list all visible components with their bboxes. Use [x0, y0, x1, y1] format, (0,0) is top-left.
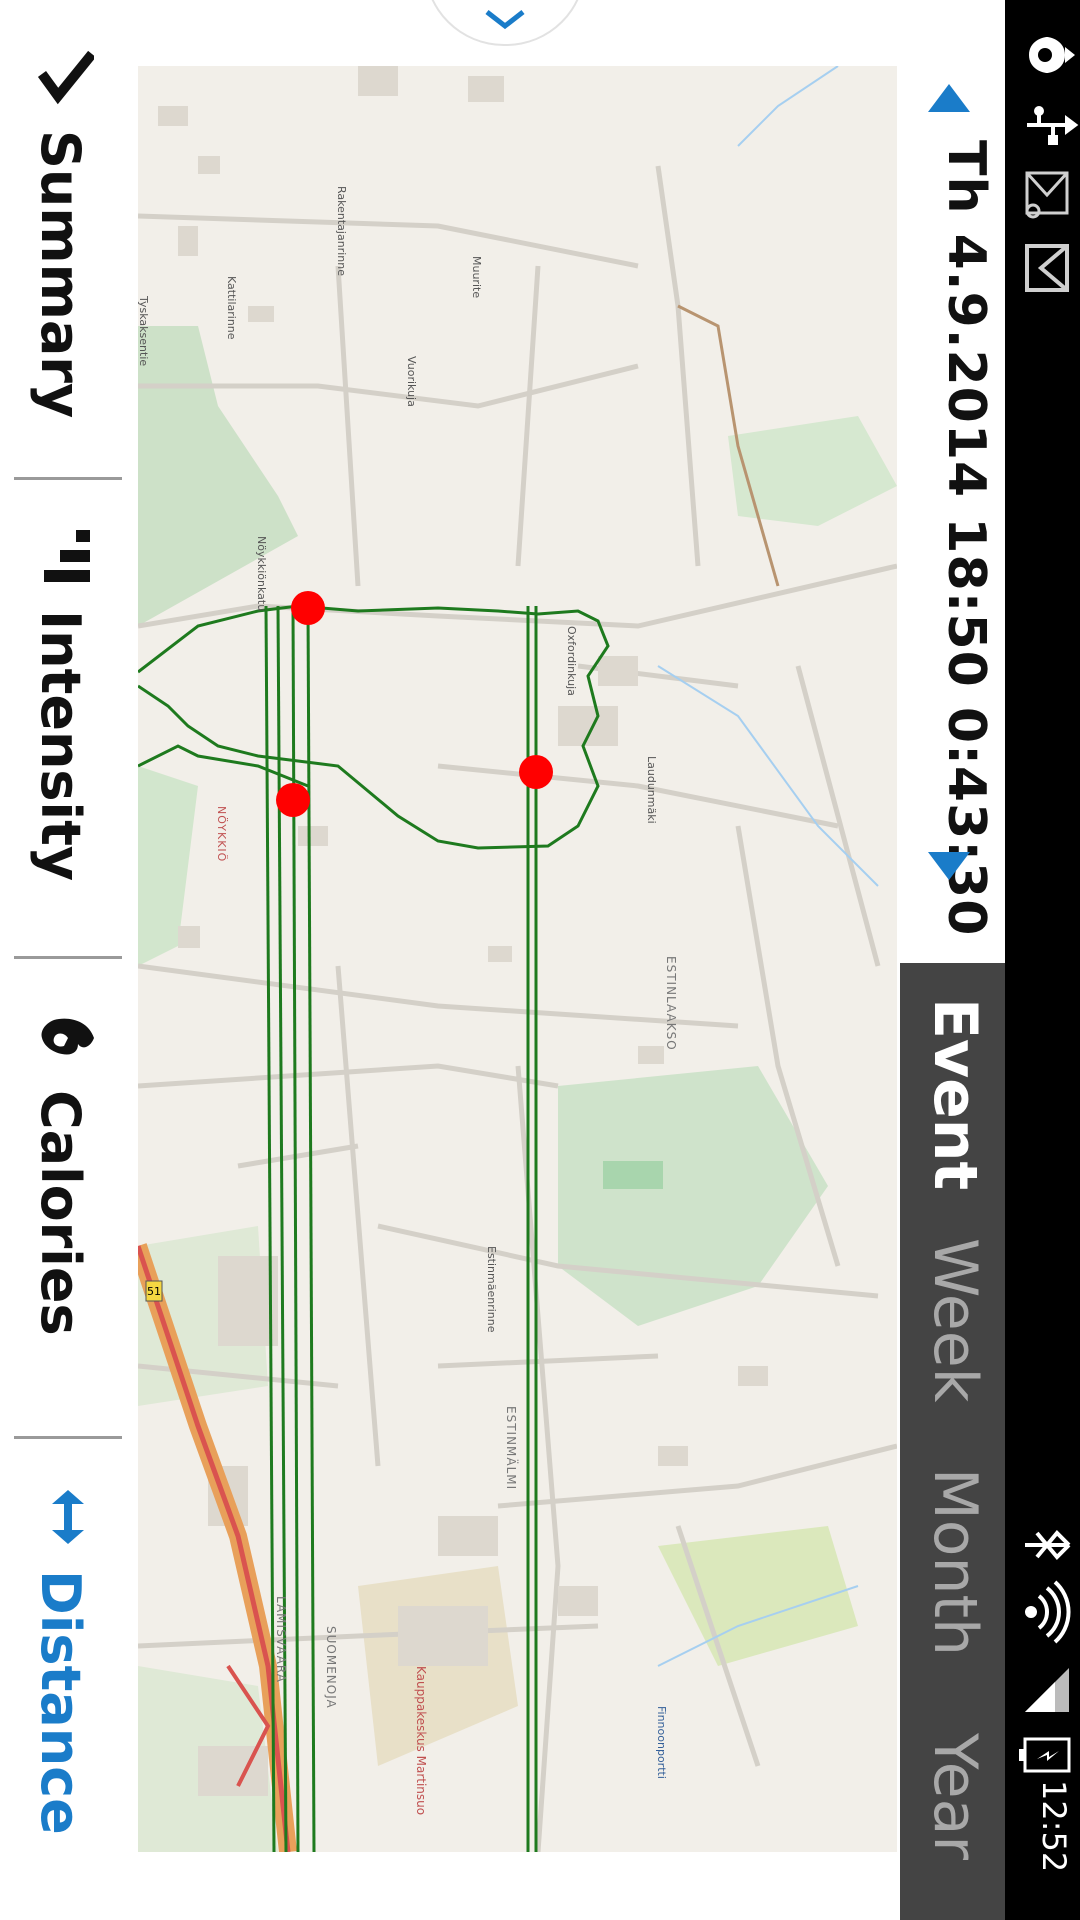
- collapse-handle[interactable]: [424, 0, 586, 46]
- map-label: Oxfordinkuja: [565, 626, 578, 696]
- battery-icon: [1019, 1737, 1071, 1773]
- header: Th 4.9.2014 18:50 0:43:30: [900, 0, 1005, 963]
- bottom-nav: Summary Intensity Calories Distance: [0, 0, 130, 1920]
- period-tabs: Event Week Month Year: [900, 963, 1005, 1920]
- bluetooth-icon: [1025, 1530, 1071, 1560]
- status-bar: 12:52: [1005, 0, 1080, 1920]
- nav-summary-label: Summary: [29, 130, 92, 419]
- wifi-icon: [1025, 1580, 1071, 1644]
- previous-arrow-icon[interactable]: [926, 80, 972, 116]
- tab-month[interactable]: Month: [920, 1468, 990, 1656]
- usb-icon: [1027, 106, 1079, 145]
- checkmark-icon: [38, 50, 94, 105]
- map-label: Vuorikuja: [405, 356, 418, 407]
- nav-summary[interactable]: Summary: [0, 0, 130, 477]
- map-label: Laudunmäki: [645, 756, 658, 824]
- tab-year[interactable]: Year: [920, 1733, 990, 1860]
- nav-intensity-label: Intensity: [29, 610, 92, 882]
- gmail-icon: [1025, 244, 1069, 292]
- map-label: Kattilarinne: [225, 276, 238, 340]
- bar-chart-icon: [44, 530, 90, 582]
- signal-icon: [1025, 1668, 1069, 1712]
- forest-area: [138, 326, 298, 626]
- chevron-down-icon: [485, 10, 525, 30]
- nav-divider: [14, 956, 122, 959]
- tab-week[interactable]: Week: [920, 1238, 990, 1402]
- flame-icon: [41, 1018, 94, 1055]
- event-date-time: Th 4.9.2014 18:50 0:43:30: [936, 140, 996, 937]
- email-icon: [1025, 171, 1069, 219]
- location-icon: [1029, 37, 1075, 73]
- map-label: Nöykkiönkatu: [255, 536, 268, 612]
- route-map[interactable]: 51 Nöykkiönkatu Oxfordinkuja Laudunmäki …: [138, 66, 897, 1852]
- map-label: SUOMENOJA: [324, 1626, 338, 1709]
- nav-intensity[interactable]: Intensity: [0, 480, 130, 957]
- status-time: 12:52: [1035, 1780, 1073, 1873]
- map-label: Tyskaksentie: [138, 296, 150, 367]
- route-marker[interactable]: [519, 755, 553, 789]
- map-label: Rakentajanrinne: [335, 186, 348, 276]
- next-arrow-icon[interactable]: [926, 848, 972, 884]
- sports-field: [603, 1161, 663, 1189]
- highway-number: 51: [147, 1285, 161, 1298]
- map-label: Kauppakeskus Martinsuo: [414, 1666, 428, 1816]
- stream: [737, 66, 839, 147]
- map-label: LAMISVAARA: [274, 1596, 288, 1683]
- buildings: [158, 66, 768, 1796]
- map-label: Finnoonportti: [655, 1706, 668, 1779]
- nav-calories[interactable]: Calories: [0, 960, 130, 1437]
- map-label: NÖYKKIÖ: [215, 806, 228, 863]
- nav-calories-label: Calories: [29, 1090, 92, 1336]
- nav-distance[interactable]: Distance: [0, 1440, 130, 1920]
- tab-event[interactable]: Event: [920, 998, 990, 1190]
- map-label: Estinmäenrinne: [485, 1246, 498, 1333]
- nav-distance-label: Distance: [29, 1570, 92, 1835]
- route-marker[interactable]: [291, 591, 325, 625]
- nav-divider: [14, 1436, 122, 1439]
- map-label: Muurite: [470, 256, 483, 299]
- route-marker[interactable]: [276, 783, 310, 817]
- arrows-icon: [52, 1490, 84, 1544]
- park-area: [728, 416, 897, 526]
- stream: [657, 665, 879, 887]
- map-label: ESTINMÄLMI: [504, 1406, 518, 1491]
- map-label: ESTINLAAKSO: [664, 956, 678, 1051]
